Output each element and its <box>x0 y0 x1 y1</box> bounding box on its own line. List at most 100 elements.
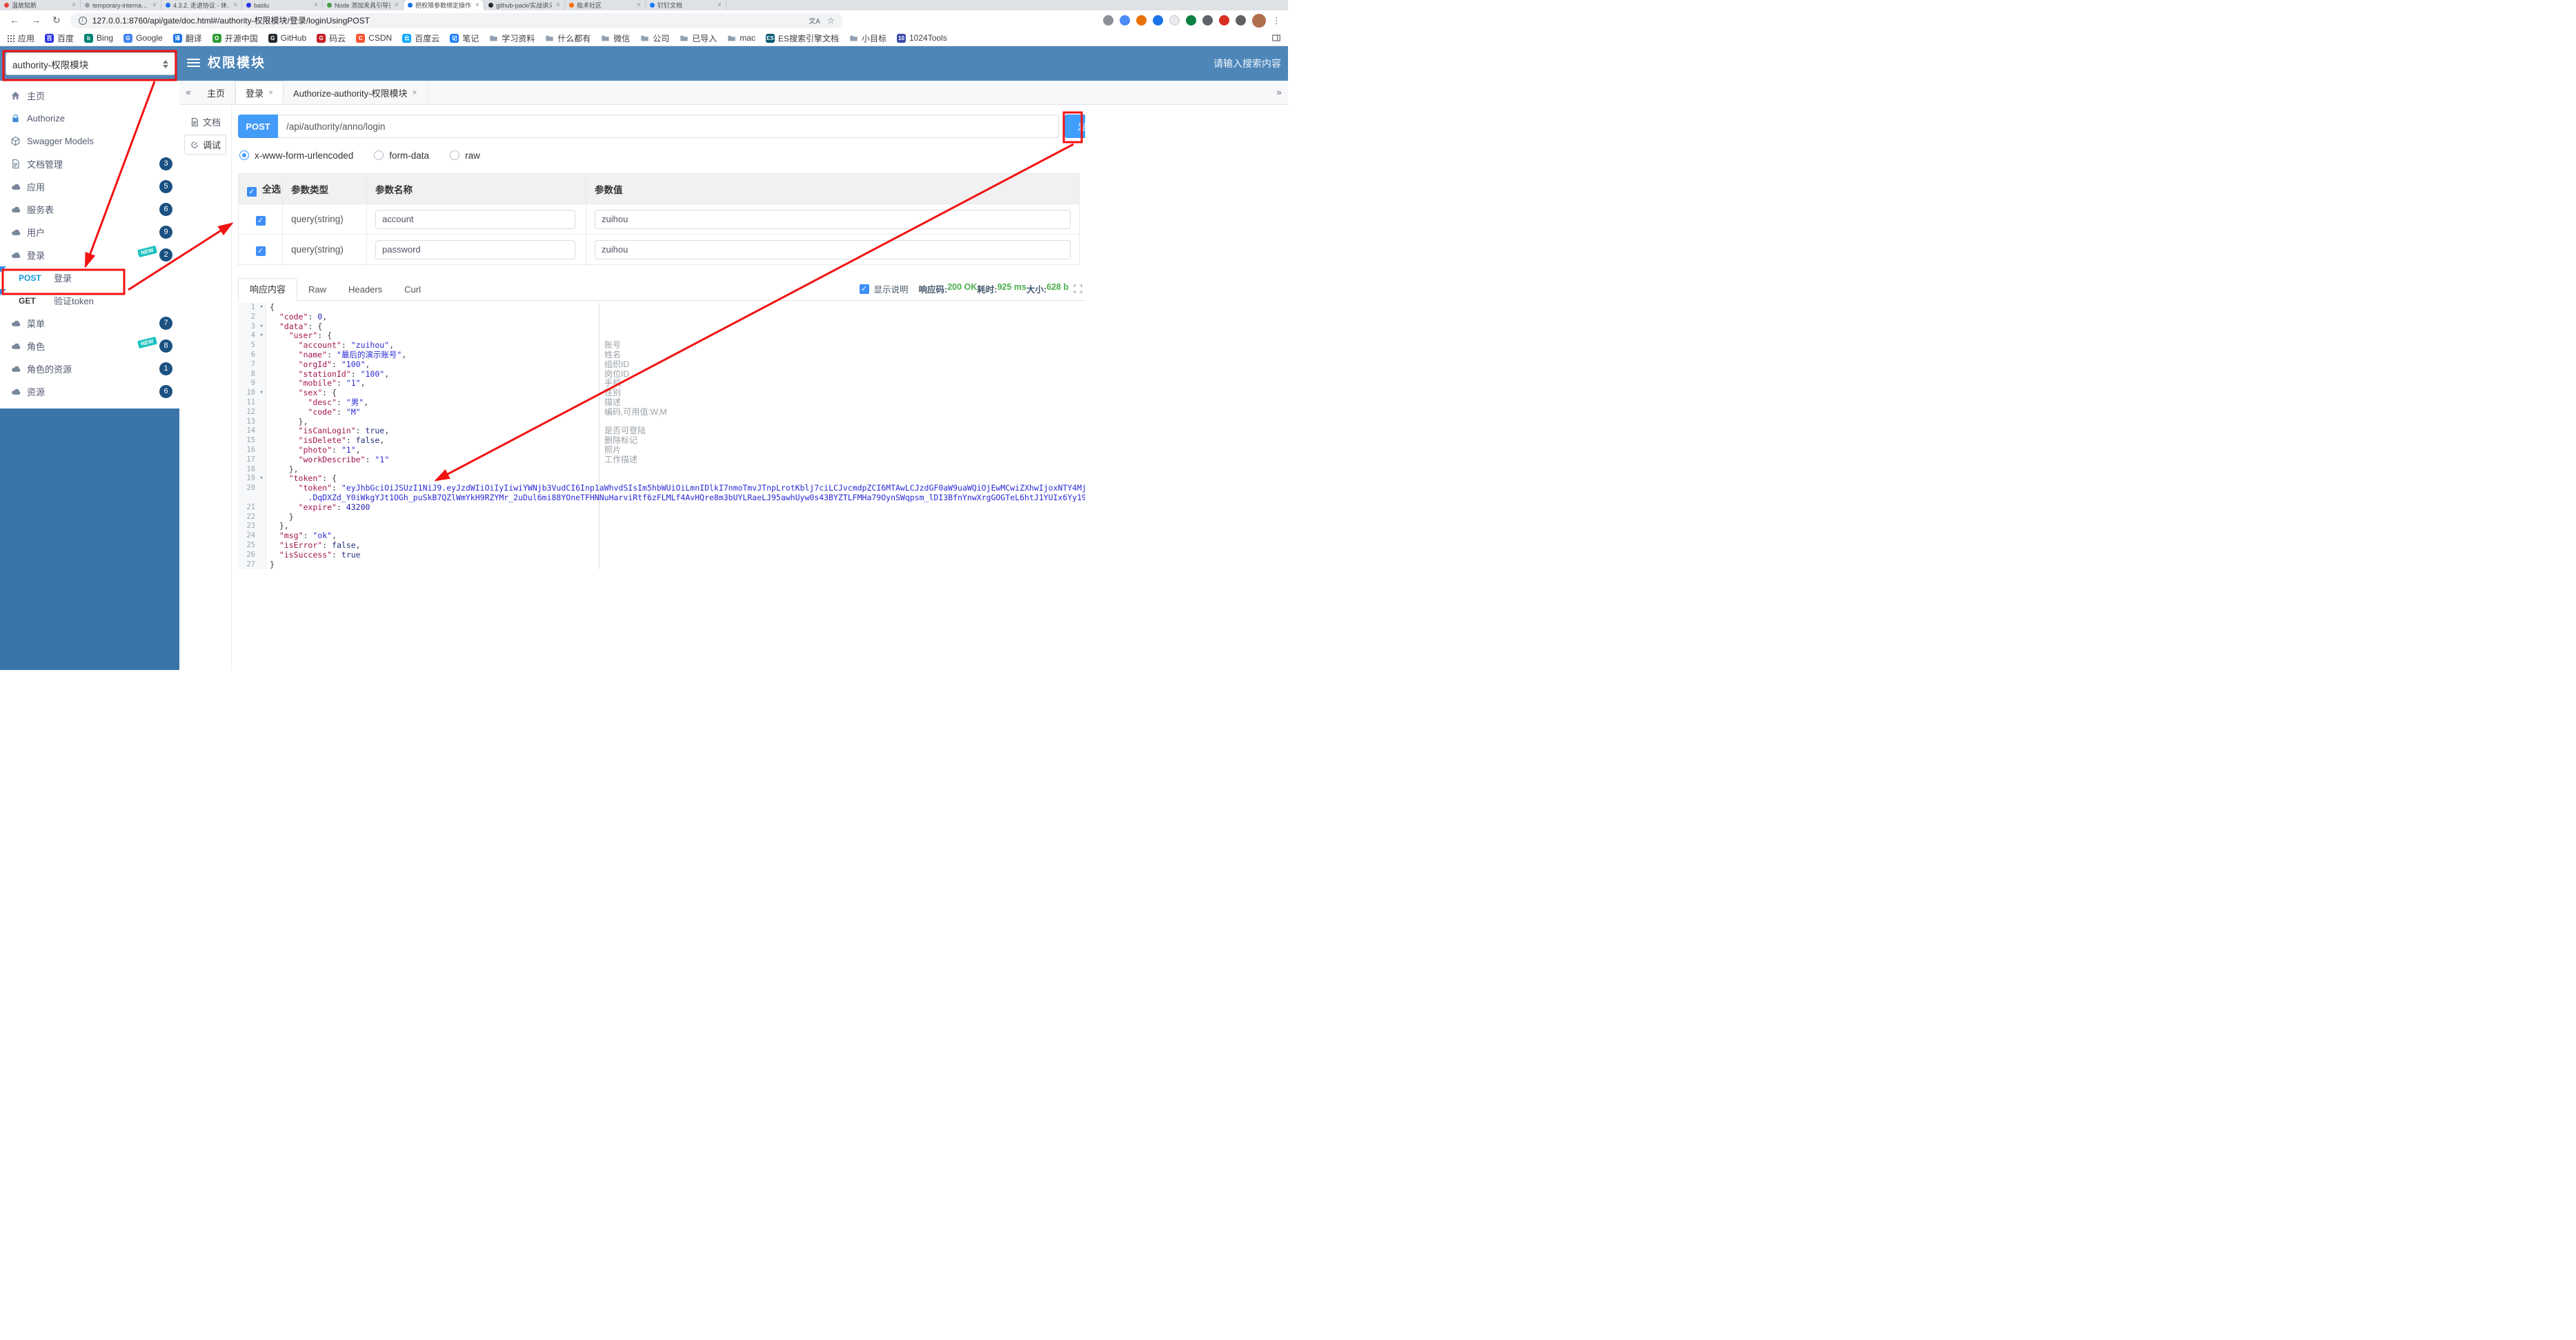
body-type-option[interactable]: raw <box>450 150 480 161</box>
sidebar-item-role[interactable]: 角色 NEW 8 <box>0 335 179 357</box>
bookmark-star-icon[interactable]: ☆ <box>827 16 835 26</box>
bookmark-item[interactable]: 云百度云 <box>402 32 439 44</box>
translate-icon[interactable]: 文A <box>809 15 820 26</box>
browser-tab[interactable]: github-pack/实战讲义… × <box>484 0 565 10</box>
extension-icon[interactable] <box>1219 15 1229 26</box>
send-button[interactable]: 发送 <box>1064 115 1085 138</box>
fold-caret-icon[interactable]: ▾ <box>257 303 266 313</box>
bookmark-item[interactable]: ES ES搜索引擎文档 <box>765 32 839 44</box>
bookmark-item[interactable]: mac <box>727 33 755 43</box>
browser-tab[interactable]: 温故知新 × <box>0 0 81 10</box>
bookmark-item[interactable]: G 码云 <box>317 32 346 44</box>
tab-close-icon[interactable]: × <box>413 88 417 97</box>
bookmark-item[interactable]: 公司 <box>640 32 669 44</box>
doc-tab[interactable]: 主页 <box>197 81 236 104</box>
response-tab[interactable]: Headers <box>337 279 393 301</box>
tab-close-icon[interactable]: × <box>475 1 479 9</box>
search-input[interactable]: 请输入搜索内容 <box>1213 46 1281 81</box>
site-info-icon[interactable]: i <box>78 16 87 25</box>
tab-close-icon[interactable]: × <box>152 1 157 9</box>
menu-toggle-icon[interactable] <box>187 59 200 69</box>
tab-close-icon[interactable]: × <box>637 1 641 9</box>
select-all-checkbox[interactable]: ✓ <box>247 186 257 197</box>
sidebar-item-op-login-post[interactable]: POST 登录 <box>0 266 179 289</box>
browser-tab[interactable]: Node 添加夹具引导安… × <box>323 0 404 10</box>
forward-icon[interactable]: → <box>31 14 41 26</box>
bookmark-item[interactable]: 什么都有 <box>545 32 591 44</box>
bookmark-item[interactable]: G Google <box>123 33 163 43</box>
reload-icon[interactable]: ↻ <box>52 14 61 26</box>
extension-icon[interactable] <box>1169 15 1180 26</box>
extension-icon[interactable] <box>1103 15 1113 26</box>
panel-tab-debug[interactable]: 调试 <box>184 135 226 155</box>
bookmark-item[interactable]: 10 1024Tools <box>897 33 947 43</box>
param-name-input[interactable] <box>375 209 575 229</box>
fold-caret-icon[interactable]: ▾ <box>257 388 266 398</box>
browser-tab[interactable]: 把权限参数绑定操作… × <box>404 0 484 10</box>
sidebar-item-role-resource[interactable]: 角色的资源 1 <box>0 357 179 380</box>
body-type-option[interactable]: x-www-form-urlencoded <box>239 150 353 161</box>
param-value-input[interactable] <box>595 239 1071 259</box>
tabs-scroll-left[interactable]: « <box>179 81 197 104</box>
back-icon[interactable]: ← <box>10 14 19 26</box>
show-desc-checkbox[interactable]: ✓ <box>859 284 869 294</box>
tab-close-icon[interactable]: × <box>395 1 399 9</box>
response-tab[interactable]: 响应内容 <box>238 278 298 302</box>
sidebar-item-menu[interactable]: 菜单 7 <box>0 312 179 335</box>
bookmark-item[interactable]: 译翻译 <box>172 32 202 44</box>
sidebar-item-login[interactable]: 登录 NEW 2 <box>0 244 179 266</box>
extension-icon[interactable] <box>1186 15 1196 26</box>
select-stepper-icon[interactable] <box>163 59 168 68</box>
sidebar-item-user[interactable]: 用户 9 <box>0 221 179 244</box>
sidebar-item-authorize[interactable]: Authorize <box>0 107 179 130</box>
bookmark-item[interactable]: b Bing <box>84 33 113 43</box>
response-tab[interactable]: Raw <box>297 279 337 301</box>
sidebar-item-service[interactable]: 服务表 6 <box>0 198 179 221</box>
bookmark-item[interactable]: C CSDN <box>356 33 392 43</box>
bookmark-item[interactable]: 已导入 <box>680 32 717 44</box>
address-bar[interactable]: i 127.0.0.1:8760/api/gate/doc.html#/auth… <box>70 12 843 28</box>
sidebar-item-app[interactable]: 应用 5 <box>0 175 179 198</box>
sidebar-item-resource[interactable]: 资源 6 <box>0 380 179 403</box>
module-select[interactable]: authority-权限模块 <box>6 52 175 75</box>
bookmark-item[interactable]: 微信 <box>601 32 630 44</box>
tab-close-icon[interactable]: × <box>717 1 722 9</box>
panel-tab-doc[interactable]: 文档 <box>184 112 226 132</box>
extension-icon[interactable] <box>1136 15 1147 26</box>
extension-icon[interactable] <box>1202 15 1213 26</box>
tab-close-icon[interactable]: × <box>233 1 237 9</box>
bookmark-item[interactable]: 应用 <box>7 32 34 44</box>
body-type-option[interactable]: form-data <box>374 150 429 161</box>
sidebar-item-home[interactable]: 主页 <box>0 84 179 107</box>
browser-tab[interactable]: 4.3.2. 走进协议 - 休… × <box>161 0 242 10</box>
sidebar-item-op-token-get[interactable]: GET 验证token <box>0 289 179 312</box>
browser-tab[interactable]: 钉钉文档 × <box>646 0 726 10</box>
browser-tab[interactable]: temporary-interna… × <box>81 0 161 10</box>
extension-icon[interactable] <box>1120 15 1130 26</box>
doc-tab[interactable]: Authorize-authority-权限模块 × <box>284 81 428 104</box>
bookmark-item[interactable]: 记笔记 <box>450 32 479 44</box>
browser-tab[interactable]: baidu × <box>242 0 323 10</box>
fold-caret-icon[interactable]: ▾ <box>257 331 266 342</box>
row-checkbox[interactable]: ✓ <box>255 215 266 226</box>
extension-icon[interactable] <box>1236 15 1246 26</box>
side-panel-icon[interactable] <box>1271 33 1281 43</box>
sidebar-item-swagger-models[interactable]: Swagger Models <box>0 130 179 152</box>
param-value-input[interactable] <box>595 209 1071 229</box>
tabs-scroll-right[interactable]: » <box>1270 81 1288 104</box>
profile-avatar[interactable] <box>1252 13 1266 28</box>
bookmark-item[interactable]: 学习资料 <box>489 32 535 44</box>
param-name-input[interactable] <box>375 239 575 259</box>
expand-icon[interactable] <box>1073 284 1082 293</box>
extension-icon[interactable] <box>1153 15 1163 26</box>
response-tab[interactable]: Curl <box>393 279 432 301</box>
tab-close-icon[interactable]: × <box>268 88 273 97</box>
row-checkbox[interactable]: ✓ <box>255 246 266 256</box>
tab-close-icon[interactable]: × <box>556 1 560 9</box>
bookmark-item[interactable]: O 开源中国 <box>212 32 258 44</box>
bookmark-item[interactable]: 百百度 <box>45 32 74 44</box>
browser-menu-icon[interactable]: ⋮ <box>1272 15 1281 26</box>
fold-caret-icon[interactable]: ▾ <box>257 474 266 484</box>
browser-tab[interactable]: 极术社区 × <box>565 0 646 10</box>
sidebar-item-doc-manage[interactable]: 文档管理 3 <box>0 152 179 175</box>
